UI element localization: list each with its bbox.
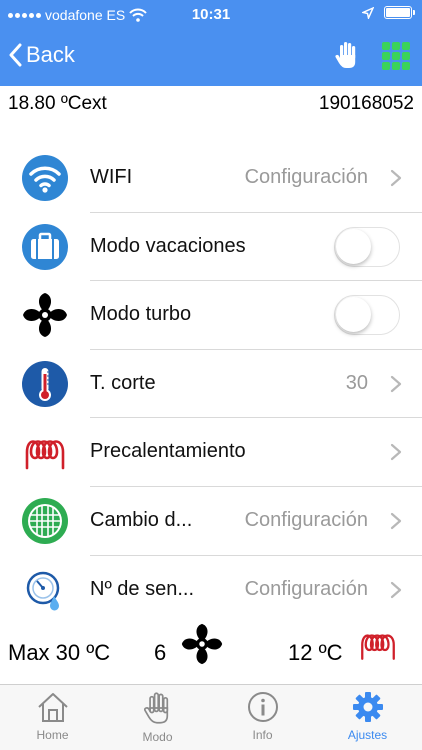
settings-list: WIFI Configuración Modo vacaciones Modo …	[0, 144, 422, 624]
settings-row-label: WIFI	[90, 166, 133, 188]
max-temperature: Max 30 ºC	[8, 640, 111, 665]
settings-row-label: Nº de sen...	[90, 577, 195, 600]
gear-icon	[352, 692, 383, 722]
outside-temperature: 18.80 ºCext	[8, 93, 107, 114]
info-icon	[247, 692, 278, 722]
device-id: 190168052	[318, 93, 414, 114]
top-bar: vodafone ES 10:31 Back	[0, 0, 422, 86]
location-arrow-icon	[362, 6, 374, 19]
settings-row-value: Configuración	[244, 166, 368, 188]
settings-row-label: Modo vacaciones	[90, 234, 246, 257]
chevron-right-icon	[390, 169, 402, 187]
home-icon	[37, 693, 68, 722]
turbo-mode-toggle[interactable]	[334, 295, 400, 336]
settings-row-label: Cambio d...	[90, 508, 193, 531]
tab-label: Modo	[142, 730, 173, 744]
heating-coil-icon	[361, 634, 395, 660]
settings-row-precalentamiento[interactable]: Precalentamiento	[0, 418, 422, 487]
status-time: 10:31	[191, 6, 231, 23]
settings-row-value: 30	[345, 371, 368, 394]
chevron-left-icon	[9, 43, 22, 67]
nav-bar: Back	[0, 30, 422, 86]
summary-bar: Max 30 ºC 6 12 ºC	[0, 620, 422, 684]
chevron-right-icon	[390, 375, 402, 392]
wifi-icon	[22, 155, 68, 201]
back-button[interactable]: Back	[8, 40, 75, 70]
sensor-icon	[26, 571, 60, 611]
settings-row-label: Precalentamiento	[90, 440, 246, 463]
tab-info[interactable]: Info	[210, 691, 315, 749]
thermometer-icon	[22, 360, 68, 407]
tab-home[interactable]: Home	[0, 691, 105, 749]
filter-icon	[22, 497, 68, 544]
fan-icon	[23, 293, 67, 338]
settings-row-label: Modo turbo	[90, 303, 192, 326]
hand-icon	[143, 692, 168, 724]
grid-menu-icon[interactable]	[382, 42, 410, 70]
hand-icon[interactable]	[334, 40, 360, 70]
chevron-right-icon	[390, 581, 402, 598]
info-bar: 18.80 ºCext 190168052	[0, 86, 422, 122]
suitcase-icon	[22, 223, 68, 270]
tab-ajustes[interactable]: Ajustes	[315, 691, 420, 749]
battery-icon	[384, 6, 415, 19]
settings-row-label: T. corte	[90, 371, 156, 394]
current-temperature: 12 ºC	[288, 640, 343, 665]
vacation-mode-toggle[interactable]	[334, 226, 400, 267]
tab-bar: Home Modo Info Ajustes	[0, 684, 422, 750]
chevron-right-icon	[390, 444, 402, 461]
settings-row-t-corte[interactable]: T. corte 30	[0, 350, 422, 419]
settings-row-value: Configuración	[244, 577, 368, 600]
fan-icon	[181, 623, 223, 665]
settings-row-value: Configuración	[244, 508, 368, 531]
settings-row-modo-vacaciones: Modo vacaciones	[0, 213, 422, 282]
settings-row-wifi[interactable]: WIFI Configuración	[0, 144, 422, 213]
fan-speed-value: 6	[154, 640, 167, 665]
tab-modo[interactable]: Modo	[105, 691, 210, 749]
chevron-right-icon	[390, 512, 402, 530]
tab-label: Home	[36, 728, 69, 742]
tab-label: Info	[252, 728, 273, 742]
tab-label: Ajustes	[347, 728, 388, 742]
back-label: Back	[26, 42, 75, 67]
status-bar: vodafone ES 10:31	[0, 0, 422, 30]
settings-row-cambio-filtro[interactable]: Cambio d... Configuración	[0, 487, 422, 556]
settings-row-modo-turbo: Modo turbo	[0, 281, 422, 350]
settings-row-num-sensores[interactable]: Nº de sen... Configuración	[0, 556, 422, 625]
heating-coil-icon	[25, 440, 65, 470]
